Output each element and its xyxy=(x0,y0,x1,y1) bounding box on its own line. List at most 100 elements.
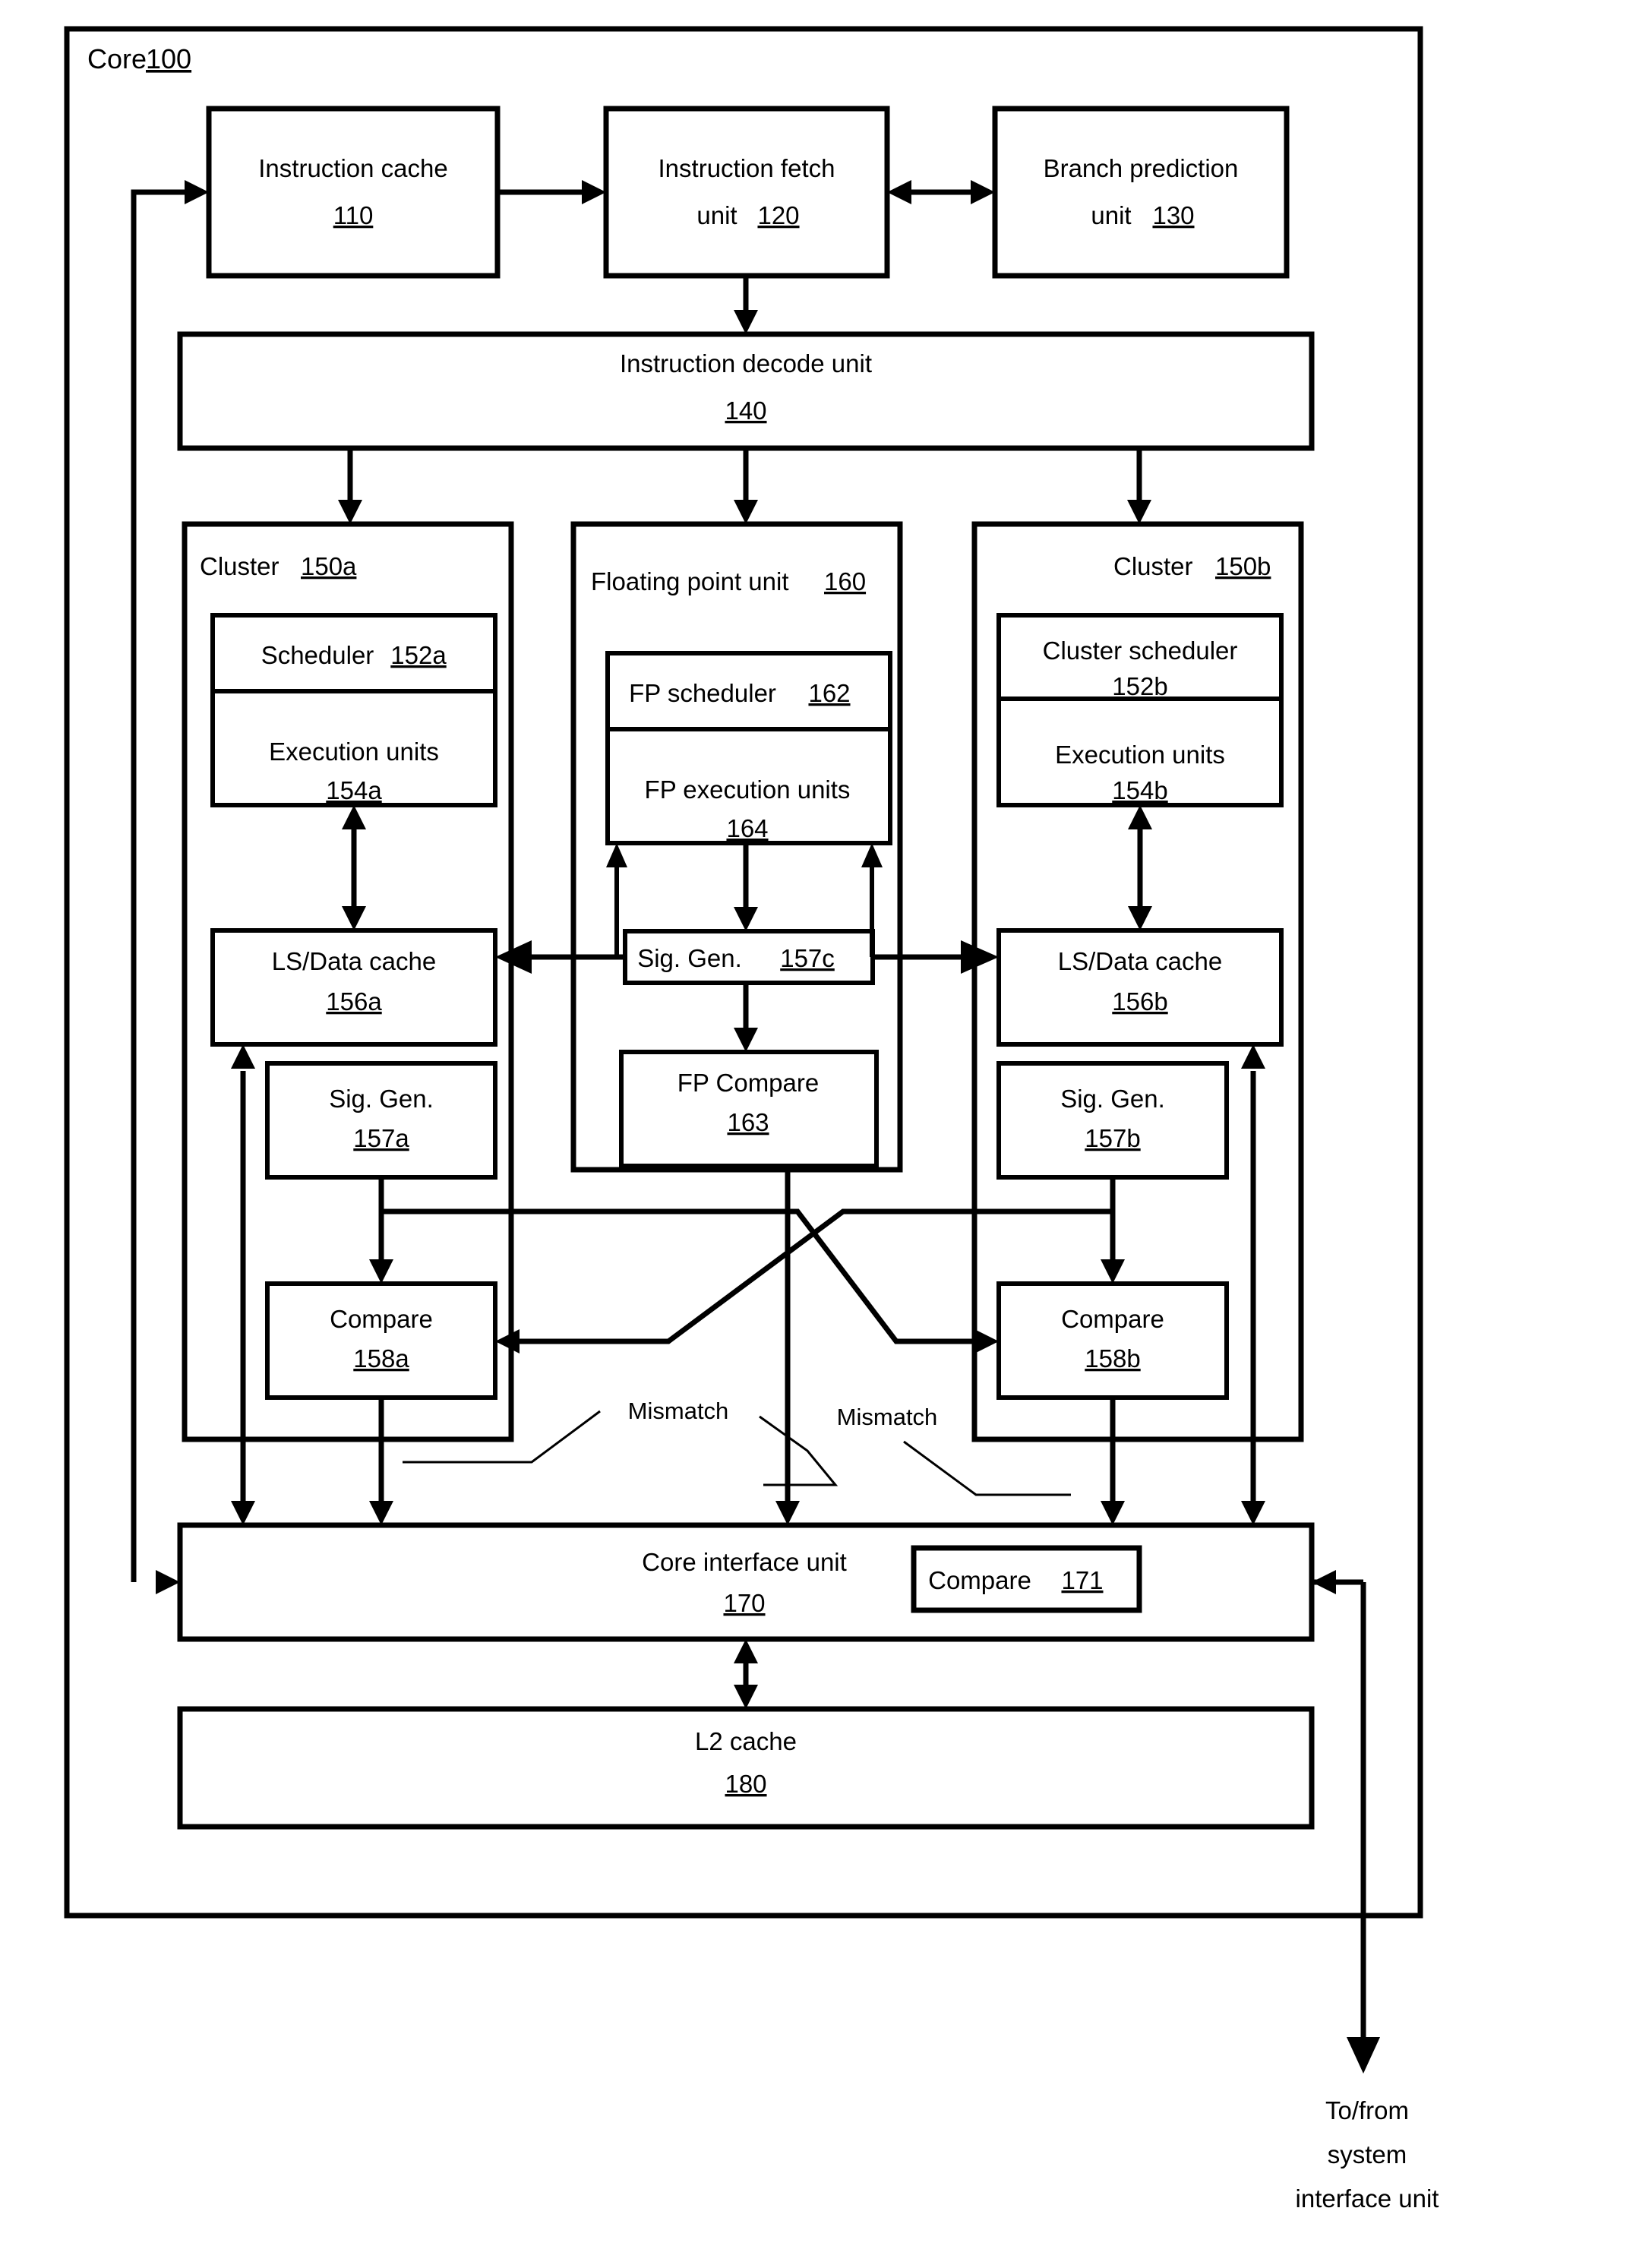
fp-scheduler-ref: 162 xyxy=(808,679,850,707)
cluster-scheduler-b-ref: 152b xyxy=(1112,672,1167,700)
arrowhead-fpcompare-to-ciu xyxy=(775,1501,800,1525)
arrowhead-to-bpred xyxy=(971,180,995,204)
sig-gen-a-box[interactable] xyxy=(265,1061,497,1180)
core-interface-unit-ref: 170 xyxy=(723,1589,765,1617)
patent-figure-page: Core 100 Instruction cache 110 Instructi… xyxy=(0,0,1636,2268)
compare-a-box[interactable] xyxy=(265,1281,497,1400)
instruction-fetch-unit-ref: 120 xyxy=(757,201,799,229)
compare-b-box[interactable] xyxy=(996,1281,1229,1400)
leader-mismatch-left-b xyxy=(759,1415,839,1486)
arrowhead-fpexec-to-siggenc xyxy=(734,907,758,931)
arrowhead-comparea-to-ciu xyxy=(369,1501,393,1525)
arrowhead-siggena-to-comparea xyxy=(369,1259,393,1284)
core-interface-unit-label: Core interface unit xyxy=(642,1548,847,1576)
figure-title-label: Core xyxy=(87,43,147,74)
compare-a-ref: 158a xyxy=(353,1344,409,1372)
arrowhead-decode-to-cluster-b xyxy=(1127,500,1151,524)
arrowhead-siggenb-to-compareb xyxy=(1101,1259,1125,1284)
arrowhead-ciu-to-lsa xyxy=(231,1044,255,1069)
arrowhead-lsa-up-to-fpexec xyxy=(606,843,627,867)
arrowhead-siggenb-to-comparea xyxy=(495,1329,520,1354)
arrowhead-lsb-up-to-fpexec xyxy=(861,843,883,867)
sig-gen-a-label: Sig. Gen. xyxy=(329,1085,434,1113)
arrowhead-siggenc-to-lsb xyxy=(961,940,999,974)
fp-scheduler-label: FP scheduler xyxy=(629,679,776,707)
execution-units-a-ref: 154a xyxy=(326,776,382,804)
ls-data-cache-a-ref: 156a xyxy=(326,987,382,1016)
arrowhead-to-ifetch xyxy=(887,180,911,204)
arrowhead-lsb-to-ciu xyxy=(1241,1501,1265,1525)
instruction-decode-unit-label: Instruction decode unit xyxy=(620,349,872,377)
execution-units-b-label: Execution units xyxy=(1055,741,1225,769)
cluster-a-label: Cluster xyxy=(200,552,280,580)
arrowhead-to-execb xyxy=(1128,805,1152,829)
fp-compare-ref: 163 xyxy=(727,1108,769,1136)
fp-execution-units-ref: 164 xyxy=(726,814,768,842)
arrowhead-to-ciu-from-l2 xyxy=(734,1639,758,1663)
mismatch-label-right: Mismatch xyxy=(837,1404,938,1430)
instruction-fetch-unit-box[interactable] xyxy=(603,106,890,279)
branch-prediction-unit-label2: unit xyxy=(1091,201,1131,229)
arrowhead-siggena-to-compareb xyxy=(974,1329,999,1354)
ls-data-cache-b-ref: 156b xyxy=(1112,987,1167,1016)
ls-data-cache-a-label: LS/Data cache xyxy=(272,947,436,975)
instruction-fetch-unit-label: Instruction fetch xyxy=(659,154,835,182)
cluster-b-label: Cluster xyxy=(1113,552,1193,580)
leader-mismatch-right xyxy=(903,1440,1071,1496)
instruction-cache-box[interactable] xyxy=(206,106,501,279)
l2-cache-label: L2 cache xyxy=(695,1727,797,1755)
instruction-cache-ref: 110 xyxy=(333,201,374,229)
branch-prediction-unit-label: Branch prediction xyxy=(1044,154,1239,182)
sig-gen-c-ref: 157c xyxy=(780,944,835,972)
instruction-decode-unit-ref: 140 xyxy=(725,396,766,425)
arrowhead-ciu-to-lsb xyxy=(1241,1044,1265,1069)
ls-data-cache-b-label: LS/Data cache xyxy=(1058,947,1222,975)
compare-171-label: Compare xyxy=(928,1566,1031,1594)
arrowhead-compareb-to-ciu xyxy=(1101,1501,1125,1525)
sig-gen-b-box[interactable] xyxy=(996,1061,1229,1180)
fp-execution-units-label: FP execution units xyxy=(645,775,851,804)
floating-point-unit-ref: 160 xyxy=(824,567,866,595)
branch-prediction-unit-ref: 130 xyxy=(1152,201,1194,229)
compare-b-ref: 158b xyxy=(1085,1344,1140,1372)
cluster-b-ref: 150b xyxy=(1215,552,1271,580)
arrowhead-to-lsb xyxy=(1128,906,1152,930)
compare-b-label: Compare xyxy=(1061,1305,1164,1333)
sig-gen-c-label: Sig. Gen. xyxy=(637,944,742,972)
arrowhead-icache-to-ifetch xyxy=(582,180,606,204)
arrowhead-to-lsa xyxy=(342,906,366,930)
arrowhead-decode-to-cluster-a xyxy=(338,500,362,524)
arrowhead-to-system-interface xyxy=(1347,2037,1380,2074)
cluster-scheduler-b-label: Cluster scheduler xyxy=(1043,636,1238,665)
cluster-a-ref: 150a xyxy=(301,552,357,580)
instruction-fetch-unit-label2: unit xyxy=(696,201,737,229)
floating-point-unit-label: Floating point unit xyxy=(591,567,789,595)
system-interface-line1: To/from xyxy=(1325,2096,1409,2124)
execution-units-a-label: Execution units xyxy=(269,738,439,766)
mismatch-label-left: Mismatch xyxy=(628,1398,729,1424)
l2-cache-ref: 180 xyxy=(725,1770,766,1798)
arrowhead-loop-to-ciu xyxy=(156,1570,180,1594)
arrowhead-to-l2 xyxy=(734,1685,758,1709)
instruction-cache-label: Instruction cache xyxy=(258,154,447,182)
core-block-diagram: Core 100 Instruction cache 110 Instructi… xyxy=(64,26,1439,2213)
scheduler-a-ref: 152a xyxy=(390,641,447,669)
sig-gen-b-ref: 157b xyxy=(1085,1124,1140,1152)
figure-title-ref: 100 xyxy=(146,43,191,74)
arrowhead-lsa-to-ciu xyxy=(231,1501,255,1525)
system-interface-line3: interface unit xyxy=(1296,2184,1439,2213)
sig-gen-a-ref: 157a xyxy=(353,1124,409,1152)
system-interface-line2: system xyxy=(1328,2140,1407,2168)
arrowhead-ifetch-to-decode xyxy=(734,310,758,334)
arrowhead-decode-to-fpu xyxy=(734,500,758,524)
branch-prediction-unit-box[interactable] xyxy=(992,106,1290,279)
compare-171-ref: 171 xyxy=(1061,1566,1103,1594)
arrowhead-to-execa xyxy=(342,805,366,829)
execution-units-b-ref: 154b xyxy=(1112,776,1167,804)
arrowhead-loop-to-icache xyxy=(185,180,209,204)
fp-compare-label: FP Compare xyxy=(677,1069,819,1097)
scheduler-a-label: Scheduler xyxy=(261,641,374,669)
arrowhead-siggenc-to-fpcompare xyxy=(734,1028,758,1052)
compare-a-label: Compare xyxy=(330,1305,433,1333)
sig-gen-b-label: Sig. Gen. xyxy=(1060,1085,1165,1113)
